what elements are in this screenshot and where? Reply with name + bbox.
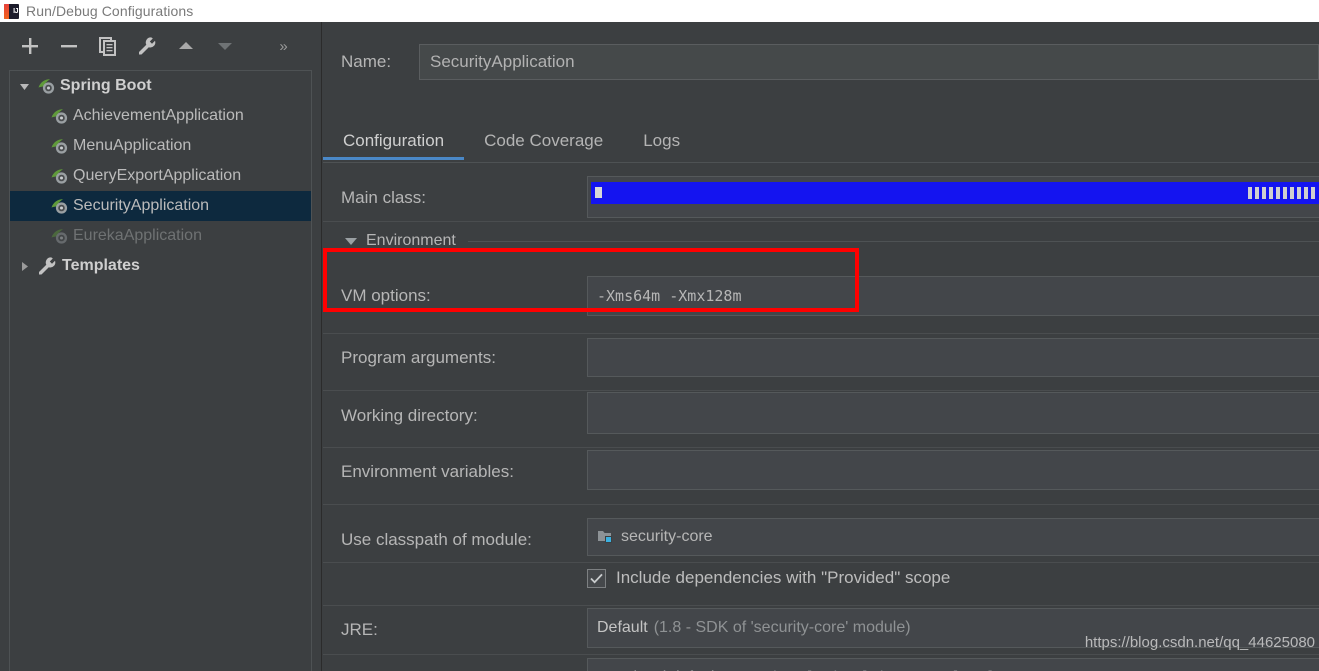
tab-bar-divider: [323, 162, 1319, 163]
configurations-tree: Spring Boot AchievementApplication MenuA…: [9, 70, 312, 671]
row-divider: [323, 504, 1319, 505]
wrench-icon: [138, 37, 155, 55]
move-up-button[interactable]: [166, 29, 205, 63]
configuration-panel: Name: SecurityApplication Configuration …: [323, 22, 1319, 671]
intellij-idea-icon: [4, 3, 19, 19]
tree-item-queryexportapplication[interactable]: QueryExportApplication: [10, 161, 311, 191]
expand-collapse-icon[interactable]: [12, 71, 36, 101]
more-options-button[interactable]: »: [270, 38, 296, 55]
module-folder-icon: [597, 529, 615, 545]
main-class-input[interactable]: [587, 176, 1319, 218]
tree-item-label: MenuApplication: [73, 137, 192, 154]
copy-icon: [98, 37, 116, 56]
expand-collapse-icon[interactable]: [12, 251, 36, 281]
move-down-button[interactable]: [205, 29, 244, 63]
tree-item-menuapplication[interactable]: MenuApplication: [10, 131, 311, 161]
jre-value-detail: (1.8 - SDK of 'security-core' module): [653, 619, 911, 636]
vm-options-input[interactable]: -Xms64m -Xmx128m: [587, 276, 1319, 316]
vm-options-label: VM options:: [341, 286, 431, 305]
environment-variables-input[interactable]: [587, 450, 1319, 490]
redaction-mark-left: [595, 187, 602, 198]
tree-item-label: Templates: [62, 257, 140, 274]
tree-item-achievementapplication[interactable]: AchievementApplication: [10, 101, 311, 131]
checkmark-icon: [590, 573, 603, 583]
tree-item-securityapplication[interactable]: SecurityApplication: [10, 191, 311, 221]
working-directory-label: Working directory:: [341, 406, 478, 425]
use-classpath-label: Use classpath of module:: [341, 530, 532, 549]
name-row: Name: SecurityApplication: [323, 42, 1319, 82]
minus-icon: [60, 45, 77, 48]
tab-configuration[interactable]: Configuration: [323, 122, 465, 160]
tree-group-templates[interactable]: Templates: [10, 251, 311, 281]
run-debug-configurations-dialog: Run/Debug Configurations: [0, 0, 1319, 671]
row-divider: [323, 333, 1319, 334]
tree-item-eurekaapplication[interactable]: EurekaApplication: [10, 221, 311, 251]
jre-label: JRE:: [341, 620, 378, 639]
program-arguments-label: Program arguments:: [341, 348, 496, 367]
tab-code-coverage[interactable]: Code Coverage: [464, 122, 623, 160]
jre-value-default: Default: [597, 619, 648, 636]
name-label: Name:: [341, 52, 392, 71]
working-directory-input[interactable]: [587, 392, 1319, 434]
tree-item-label: QueryExportApplication: [73, 167, 242, 184]
environment-section-label: Environment: [366, 232, 456, 249]
tree-item-label: SecurityApplication: [73, 197, 210, 214]
environment-section-header[interactable]: Environment: [323, 228, 1319, 254]
chevron-down-icon[interactable]: [345, 237, 357, 245]
tab-logs[interactable]: Logs: [623, 122, 700, 160]
wrench-icon: [36, 255, 58, 277]
spring-boot-icon: [49, 225, 71, 247]
spring-boot-icon: [49, 195, 71, 217]
tree-item-label: AchievementApplication: [73, 107, 244, 124]
include-dependencies-row[interactable]: Include dependencies with "Provided" sco…: [587, 568, 950, 588]
row-divider: [323, 654, 1319, 655]
tab-bar: Configuration Code Coverage Logs: [323, 122, 1319, 164]
row-divider: [323, 390, 1319, 391]
title-bar: Run/Debug Configurations: [0, 0, 1319, 22]
add-configuration-button[interactable]: [10, 29, 49, 63]
tree-item-label: EurekaApplication: [73, 227, 202, 244]
plus-icon: [21, 38, 38, 54]
row-divider: [323, 605, 1319, 606]
use-classpath-select[interactable]: security-core: [587, 518, 1319, 556]
main-class-label: Main class:: [341, 188, 427, 207]
window-title: Run/Debug Configurations: [26, 3, 194, 19]
spring-boot-icon: [49, 105, 71, 127]
row-divider: [323, 562, 1319, 563]
copy-configuration-button[interactable]: [88, 29, 127, 63]
include-dependencies-checkbox[interactable]: [587, 568, 606, 588]
configuration-form: Main class: Environment VM options: -Xms…: [323, 164, 1319, 671]
edit-templates-button[interactable]: [127, 29, 166, 63]
shorten-command-line-select[interactable]: user-local default: none - java [options…: [587, 658, 1319, 671]
configurations-sidebar: » Spring Boot AchievementApplication Men…: [0, 22, 322, 671]
main-class-redaction: [591, 182, 1319, 204]
remove-configuration-button[interactable]: [49, 29, 88, 63]
watermark: https://blog.csdn.net/qq_44625080: [1084, 634, 1315, 651]
arrow-down-icon: [217, 43, 232, 50]
include-dependencies-label: Include dependencies with "Provided" sco…: [616, 568, 951, 587]
arrow-up-icon: [178, 42, 193, 49]
name-input[interactable]: SecurityApplication: [419, 44, 1319, 80]
use-classpath-value: security-core: [621, 528, 713, 545]
spring-boot-icon: [36, 75, 58, 97]
sidebar-toolbar: »: [0, 22, 321, 70]
row-divider: [323, 447, 1319, 448]
section-rule: [467, 240, 1319, 242]
tree-item-label: Spring Boot: [60, 77, 152, 94]
spring-boot-icon: [49, 165, 71, 187]
program-arguments-input[interactable]: [587, 338, 1319, 377]
tree-group-spring-boot[interactable]: Spring Boot: [10, 71, 311, 101]
spring-boot-icon: [49, 135, 71, 157]
environment-variables-label: Environment variables:: [341, 462, 514, 481]
redaction-mark-right: [1248, 187, 1318, 199]
row-divider: [323, 221, 1319, 222]
